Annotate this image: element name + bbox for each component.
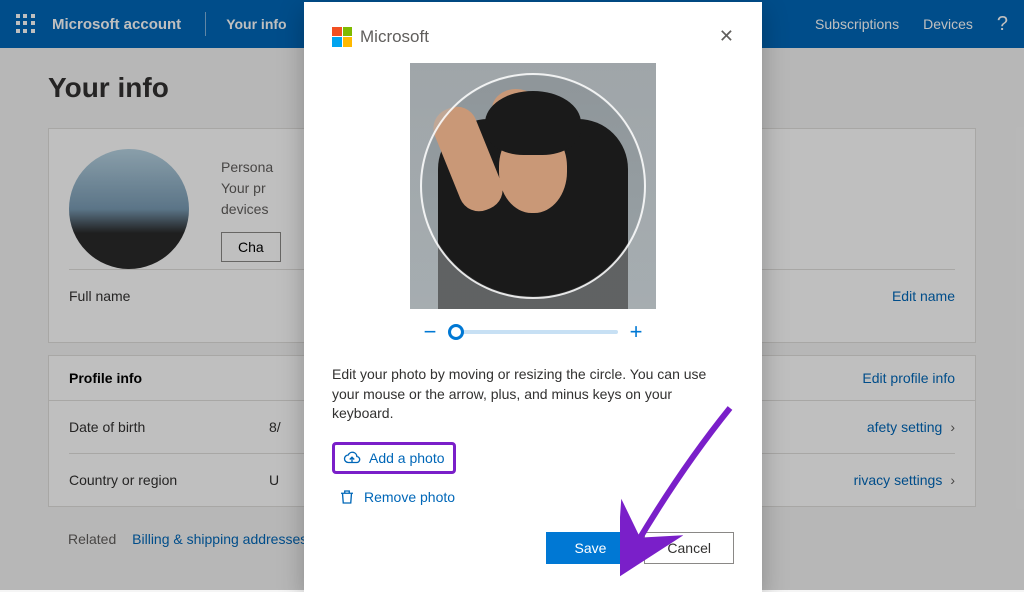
close-icon[interactable]: ✕ <box>719 26 734 47</box>
photo-crop-area[interactable] <box>410 63 656 309</box>
zoom-slider: − + <box>332 319 734 345</box>
trash-icon <box>338 488 356 506</box>
modal-brand: Microsoft <box>360 27 429 47</box>
cancel-button[interactable]: Cancel <box>644 532 734 564</box>
remove-photo-button[interactable]: Remove photo <box>332 482 734 512</box>
save-button[interactable]: Save <box>546 532 634 564</box>
add-photo-button[interactable]: Add a photo <box>343 449 445 467</box>
zoom-out-icon[interactable]: − <box>420 319 440 345</box>
zoom-thumb[interactable] <box>448 324 464 340</box>
edit-photo-modal: Microsoft ✕ − + Edit your photo by movin… <box>304 2 762 592</box>
microsoft-logo-icon <box>332 27 352 47</box>
zoom-in-icon[interactable]: + <box>626 319 646 345</box>
cloud-upload-icon <box>343 449 361 467</box>
modal-help-text: Edit your photo by moving or resizing th… <box>332 365 734 424</box>
zoom-track[interactable] <box>448 330 618 334</box>
